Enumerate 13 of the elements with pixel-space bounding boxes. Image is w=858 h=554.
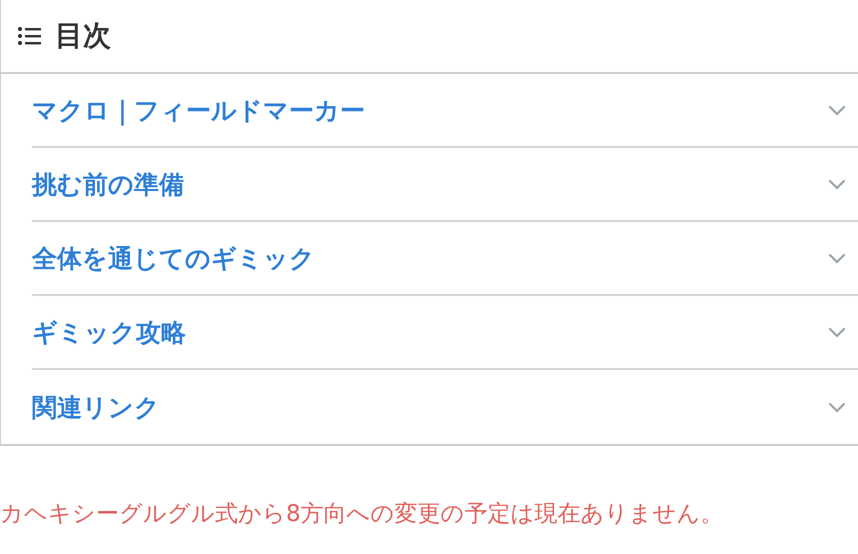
chevron-icon[interactable] xyxy=(828,178,846,190)
chevron-icon[interactable] xyxy=(828,326,846,338)
toc-title: 目次 xyxy=(55,18,111,54)
chevron-icon[interactable] xyxy=(828,252,846,264)
toc-link[interactable]: ギミック攻略 xyxy=(32,316,186,348)
toc-link[interactable]: 関連リンク xyxy=(32,390,160,424)
toc-link[interactable]: 挑む前の準備 xyxy=(32,168,184,200)
list-icon xyxy=(17,25,43,47)
chevron-icon[interactable] xyxy=(828,402,846,412)
chevron-icon[interactable] xyxy=(828,104,846,116)
toc-link[interactable]: 全体を通じてのギミック xyxy=(32,242,315,274)
toc-link[interactable]: マクロ｜フィールドマーカー xyxy=(32,94,365,126)
note-text: カヘキシーグルグル式から8方向への変更の予定は現在ありません。 xyxy=(0,500,725,529)
